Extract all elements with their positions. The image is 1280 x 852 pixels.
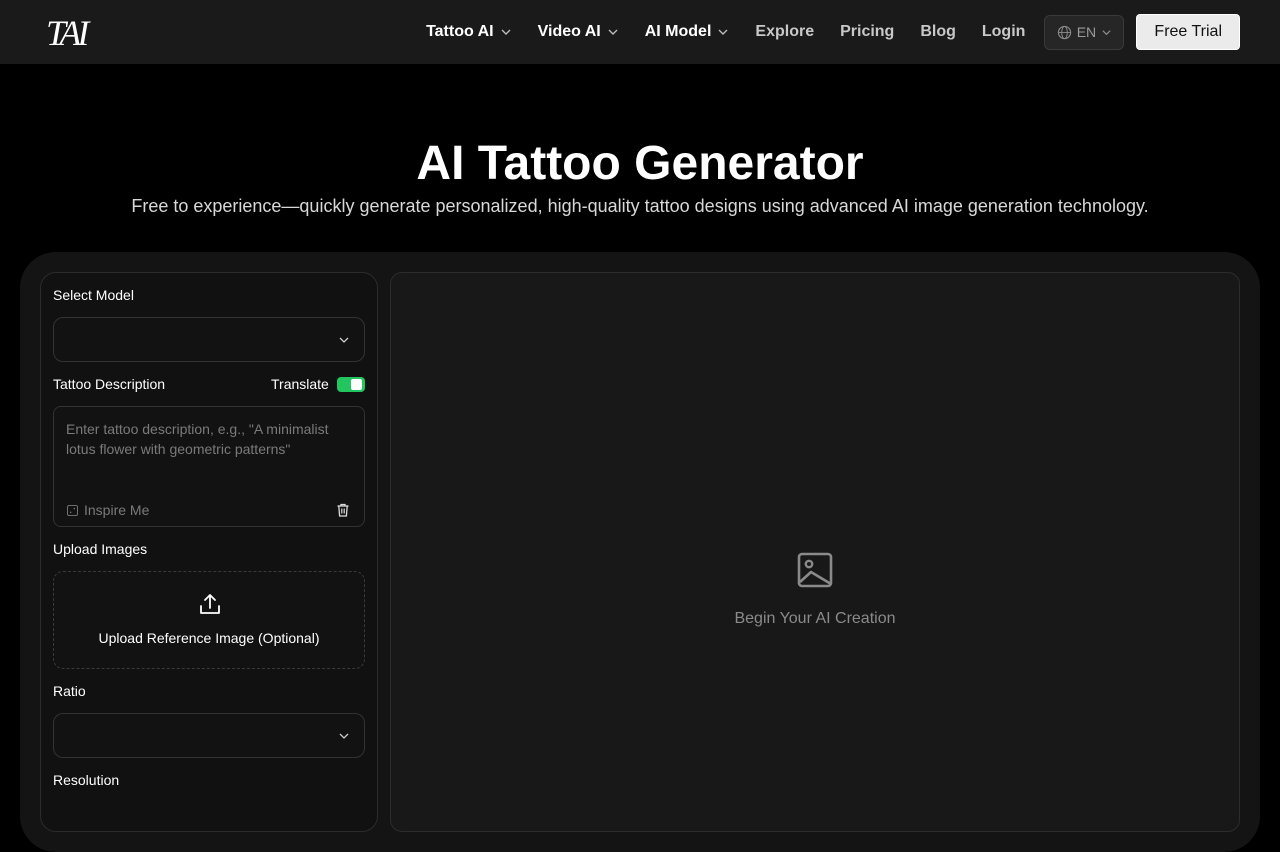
toggle-knob [351, 379, 362, 390]
nav-ai-model-label: AI Model [644, 23, 712, 40]
ratio-select[interactable] [53, 713, 365, 758]
translate-label: Translate [271, 376, 329, 392]
top-navbar: TAI Tattoo AI Video AI AI Model Explore … [0, 0, 1280, 64]
model-select[interactable] [53, 317, 365, 362]
nav-blog[interactable]: Blog [920, 23, 956, 41]
page-title: AI Tattoo Generator [416, 137, 864, 190]
chevron-down-icon [501, 29, 511, 35]
logo-text: TAI [46, 13, 91, 52]
chevron-down-icon [1102, 29, 1111, 35]
upload-images-label: Upload Images [53, 541, 148, 557]
tattoo-description-label: Tattoo Description [53, 376, 166, 392]
description-input[interactable] [66, 419, 350, 495]
description-box: Inspire Me [53, 406, 365, 527]
select-model-label: Select Model [53, 287, 134, 303]
nav-tattoo-ai-label: Tattoo AI [426, 23, 494, 40]
chevron-down-icon [339, 733, 349, 739]
preview-placeholder: Begin Your AI Creation [390, 552, 1240, 628]
inspire-me-button[interactable]: Inspire Me [67, 502, 149, 518]
translate-toggle[interactable] [337, 377, 365, 392]
upload-icon [200, 594, 220, 614]
free-trial-button[interactable]: Free Trial [1136, 14, 1240, 50]
language-selector[interactable]: EN [1044, 14, 1125, 50]
language-label: EN [1076, 24, 1097, 40]
upload-text: Upload Reference Image (Optional) [98, 630, 320, 646]
preview-placeholder-text: Begin Your AI Creation [734, 610, 896, 627]
inspire-me-label: Inspire Me [84, 502, 150, 518]
main-nav: Tattoo AI Video AI AI Model Explore Pric… [400, 0, 1240, 64]
trash-icon[interactable] [335, 502, 351, 518]
image-icon [797, 552, 833, 588]
page-subtitle: Free to experience—quickly generate pers… [131, 196, 1149, 216]
nav-ai-model[interactable]: AI Model [645, 23, 730, 41]
upload-dropzone[interactable]: Upload Reference Image (Optional) [53, 571, 365, 669]
nav-pricing[interactable]: Pricing [840, 23, 894, 41]
ratio-label: Ratio [53, 683, 86, 699]
dice-icon [67, 504, 78, 516]
nav-video-ai[interactable]: Video AI [538, 23, 619, 41]
chevron-down-icon [339, 337, 349, 343]
nav-video-ai-label: Video AI [537, 23, 601, 40]
nav-tattoo-ai[interactable]: Tattoo AI [426, 23, 512, 41]
chevron-down-icon [718, 29, 728, 35]
nav-login[interactable]: Login [982, 23, 1026, 41]
resolution-label: Resolution [53, 772, 120, 788]
chevron-down-icon [608, 29, 618, 35]
globe-icon [1057, 25, 1071, 39]
tai-logo[interactable]: TAI [44, 12, 102, 53]
nav-explore[interactable]: Explore [755, 23, 814, 41]
